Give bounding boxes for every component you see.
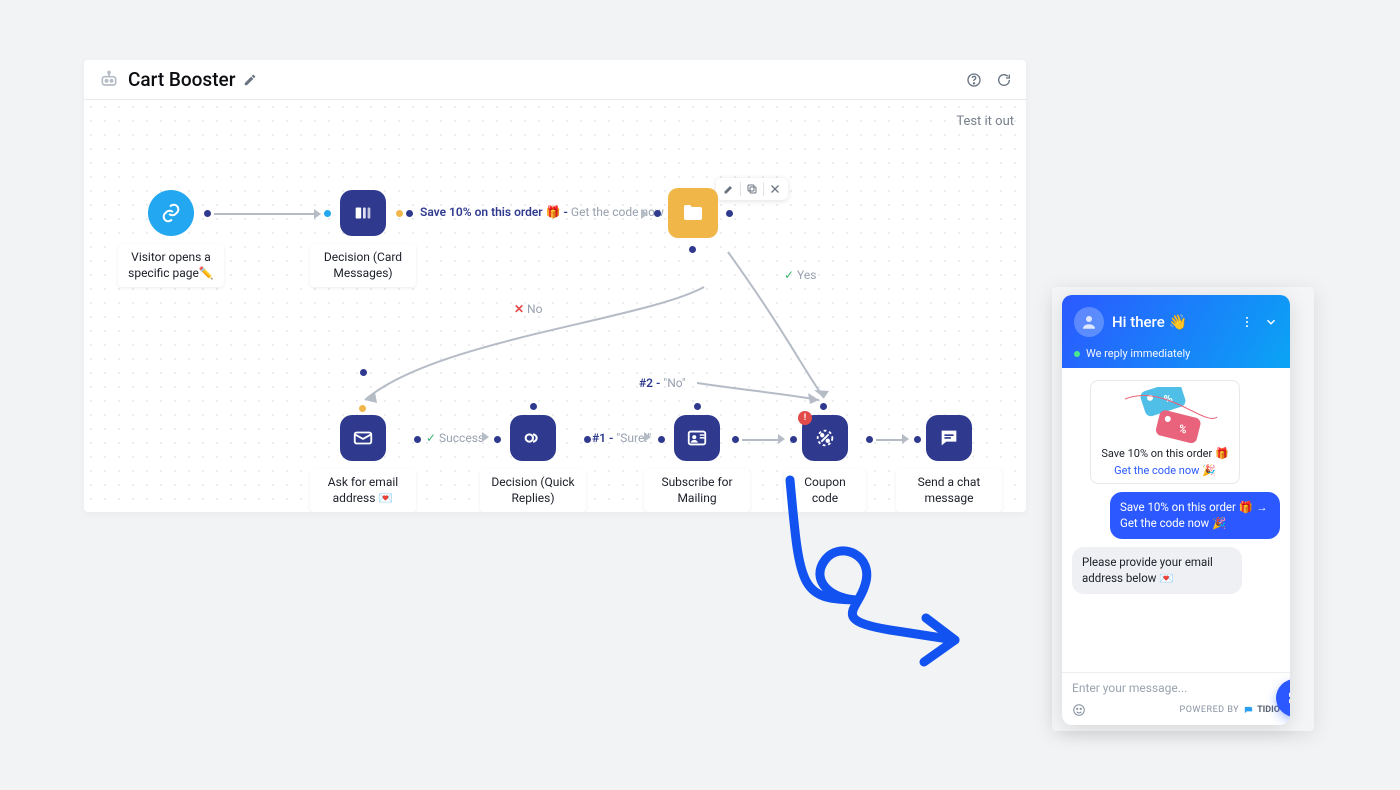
node-coupon-label: Coupon code xyxy=(784,469,866,512)
chat-card-cta[interactable]: Get the code now 🎉 xyxy=(1097,464,1233,477)
chat-card-title: Save 10% on this order 🎁 xyxy=(1097,447,1233,460)
node-decision-cards-label: Decision (Card Messages) xyxy=(310,244,416,287)
branch-yes: ✓ Yes xyxy=(784,268,816,282)
chat-subtitle: We reply immediately xyxy=(1074,347,1278,360)
chat-bubble-user: Save 10% on this order 🎁 → Get the code … xyxy=(1110,492,1280,539)
email-icon xyxy=(340,415,386,461)
avatar xyxy=(1074,307,1104,337)
node-decision-quick[interactable]: Decision (Quick Replies) xyxy=(480,381,586,512)
tidio-logo-icon xyxy=(1243,705,1254,716)
node-send-chat[interactable]: Send a chat message xyxy=(896,381,1002,512)
chat-input-placeholder: Enter your message... xyxy=(1072,681,1280,695)
flow-canvas[interactable]: Test it out Visitor opens a specific pag… xyxy=(84,100,1026,512)
node-card-gallery[interactable] xyxy=(668,188,718,238)
node-toolbar xyxy=(716,178,788,200)
cards-icon xyxy=(340,190,386,236)
node-send-chat-label: Send a chat message xyxy=(896,469,1002,512)
chat-widget: Hi there 👋 We reply immediately % xyxy=(1062,295,1290,725)
help-icon[interactable] xyxy=(966,72,982,88)
chat-input[interactable]: Enter your message... xyxy=(1062,672,1290,699)
node-ask-email-label: Ask for email address 💌 xyxy=(310,469,416,512)
chat-footer: POWERED BY TIDIO xyxy=(1062,699,1290,725)
contact-icon xyxy=(674,415,720,461)
edit-title-icon[interactable] xyxy=(243,73,257,87)
node-coupon[interactable]: ! Coupon code xyxy=(784,381,866,512)
chat-icon xyxy=(926,415,972,461)
node-ask-email[interactable]: Ask for email address 💌 xyxy=(310,381,416,512)
chat-preview-panel: Hi there 👋 We reply immediately % xyxy=(1052,287,1314,731)
test-it-out-button[interactable]: Test it out xyxy=(956,114,1014,129)
more-icon[interactable] xyxy=(1240,315,1254,329)
flow-title: Cart Booster xyxy=(128,68,235,91)
node-subscribe[interactable]: Subscribe for Mailing xyxy=(644,381,750,512)
discount-tags-icon: % % xyxy=(1097,387,1233,443)
quick-reply-icon xyxy=(510,415,556,461)
node-decision-quick-label: Decision (Quick Replies) xyxy=(480,469,586,512)
bot-icon xyxy=(98,70,120,90)
chat-card[interactable]: % % Save 10% on this order 🎁 Get the cod… xyxy=(1090,380,1240,484)
branch-no: ✕ No xyxy=(514,302,542,316)
toolbar-copy-icon[interactable] xyxy=(745,182,759,196)
branch-quick-1: #1 - "Sure!" xyxy=(592,431,651,445)
chat-bubble-bot: Please provide your email address below … xyxy=(1072,547,1242,594)
toolbar-close-icon[interactable] xyxy=(768,182,782,196)
coupon-icon: ! xyxy=(802,415,848,461)
chat-body: % % Save 10% on this order 🎁 Get the cod… xyxy=(1062,368,1290,672)
chat-header: Hi there 👋 We reply immediately xyxy=(1062,295,1290,368)
editor-header: Cart Booster xyxy=(84,60,1026,100)
flow-editor: Cart Booster Test it out xyxy=(84,60,1026,512)
folder-icon xyxy=(668,188,718,238)
branch-success: ✓ Success xyxy=(426,431,484,445)
chevron-down-icon[interactable] xyxy=(1264,315,1278,329)
warning-badge: ! xyxy=(798,411,812,425)
node-trigger-label: Visitor opens a specific page✏️ xyxy=(118,244,224,287)
toolbar-edit-icon[interactable] xyxy=(722,182,736,196)
chat-title: Hi there 👋 xyxy=(1112,313,1187,331)
link-icon xyxy=(148,190,194,236)
emoji-icon[interactable] xyxy=(1072,703,1086,717)
refresh-icon[interactable] xyxy=(996,72,1012,88)
node-subscribe-label: Subscribe for Mailing xyxy=(644,469,750,512)
node-trigger[interactable]: Visitor opens a specific page✏️ xyxy=(118,190,224,287)
node-decision-cards[interactable]: Decision (Card Messages) xyxy=(310,190,416,287)
